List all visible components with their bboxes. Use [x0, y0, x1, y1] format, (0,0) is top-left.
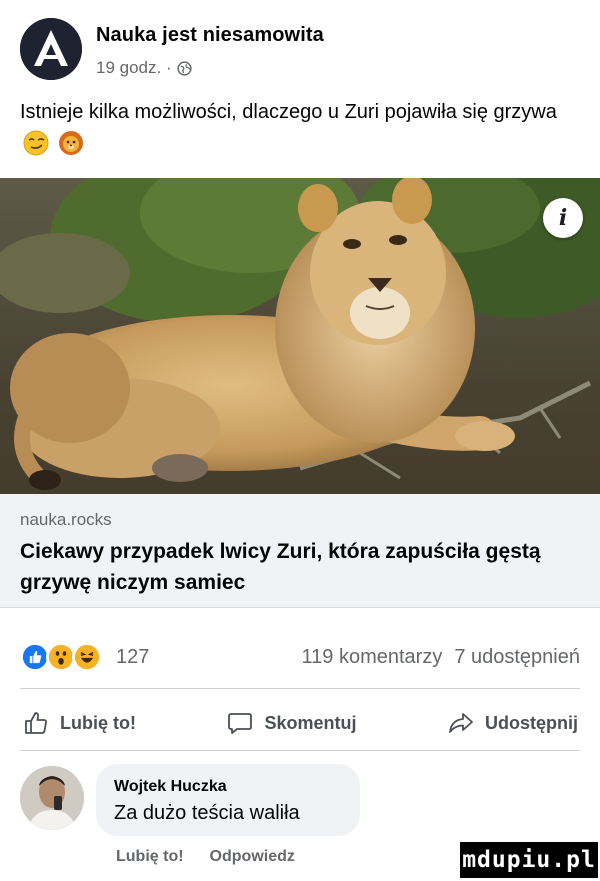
reaction-count[interactable]: 127 — [116, 646, 149, 669]
link-preview[interactable]: nauka.rocks Ciekawy przypadek lwicy Zuri… — [0, 494, 600, 608]
comments-count[interactable]: 119 komentarzy — [302, 646, 443, 669]
divider — [20, 688, 580, 689]
divider — [20, 750, 580, 751]
smirk-emoji-icon — [23, 130, 49, 156]
post-text: Istnieje kilka możliwości, dlaczego u Zu… — [20, 96, 580, 162]
like-label: Lubię to! — [60, 712, 136, 733]
post-photo[interactable]: i — [0, 178, 600, 494]
post-header: Nauka jest niesamowita 19 godz. · — [20, 14, 580, 80]
comment-like-link[interactable]: Lubię to! — [116, 848, 184, 866]
globe-icon — [176, 60, 192, 76]
thumbs-up-icon — [25, 712, 47, 734]
haha-reaction-icon — [72, 642, 102, 672]
page-name-link[interactable]: Nauka jest niesamowita — [96, 24, 324, 47]
link-title[interactable]: Ciekawy przypadek lwicy Zuri, która zapu… — [20, 536, 580, 598]
comment-icon — [228, 713, 253, 734]
reaction-icons[interactable] — [20, 642, 102, 672]
share-label: Udostępnij — [485, 712, 578, 733]
comment-actions: Lubię to! Odpowiedz — [116, 848, 295, 866]
like-button[interactable]: Lubię to! — [20, 709, 138, 737]
post-time[interactable]: 19 godz. · — [96, 58, 172, 78]
comment-bubble: Wojtek Huczka Za dużo teścia waliła — [96, 764, 360, 836]
avatar[interactable] — [20, 766, 84, 830]
share-icon — [449, 713, 473, 733]
post-text-content: Istnieje kilka możliwości, dlaczego u Zu… — [20, 101, 557, 123]
comment-button[interactable]: Skomentuj — [224, 709, 358, 737]
link-domain: nauka.rocks — [20, 510, 112, 529]
reactions-summary: 127 119 komentarzy 7 udostępnień — [20, 636, 580, 676]
comment-reply-link[interactable]: Odpowiedz — [210, 848, 295, 866]
watermark-logo: mdupiu.pl — [460, 842, 598, 878]
shares-count[interactable]: 7 udostępnień — [454, 646, 580, 669]
share-button[interactable]: Udostępnij — [445, 709, 580, 737]
post-stats: 119 komentarzy 7 udostępnień — [302, 646, 580, 669]
comment-author[interactable]: Wojtek Huczka — [114, 778, 342, 796]
lion-emoji-icon — [58, 130, 84, 156]
post-meta: 19 godz. · — [96, 58, 192, 78]
comment-label: Skomentuj — [264, 712, 357, 733]
post-actions: Lubię to! Skomentuj Udostępnij — [20, 700, 580, 746]
comment-text: Za dużo teścia waliła — [114, 802, 300, 824]
info-icon[interactable]: i — [543, 198, 583, 238]
page-avatar-icon[interactable] — [20, 18, 82, 80]
